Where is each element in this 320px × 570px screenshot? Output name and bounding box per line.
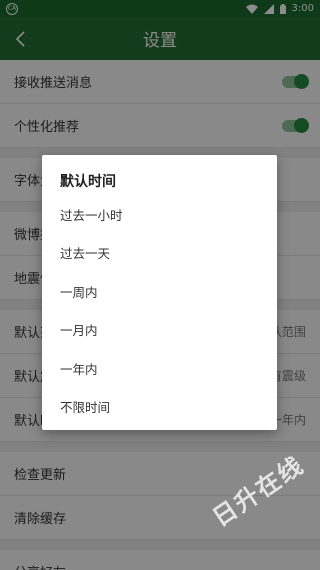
dialog-title: 默认时间: [60, 174, 116, 190]
option-unlimited[interactable]: 不限时间: [42, 388, 277, 427]
option-past-hour[interactable]: 过去一小时: [42, 195, 277, 234]
option-month[interactable]: 一月内: [42, 311, 277, 350]
default-time-dialog: 默认时间 过去一小时 过去一天 一周内 一月内 一年内 不限时间: [42, 155, 277, 430]
option-past-day[interactable]: 过去一天: [42, 234, 277, 273]
option-week[interactable]: 一周内: [42, 272, 277, 311]
option-year[interactable]: 一年内: [42, 349, 277, 388]
